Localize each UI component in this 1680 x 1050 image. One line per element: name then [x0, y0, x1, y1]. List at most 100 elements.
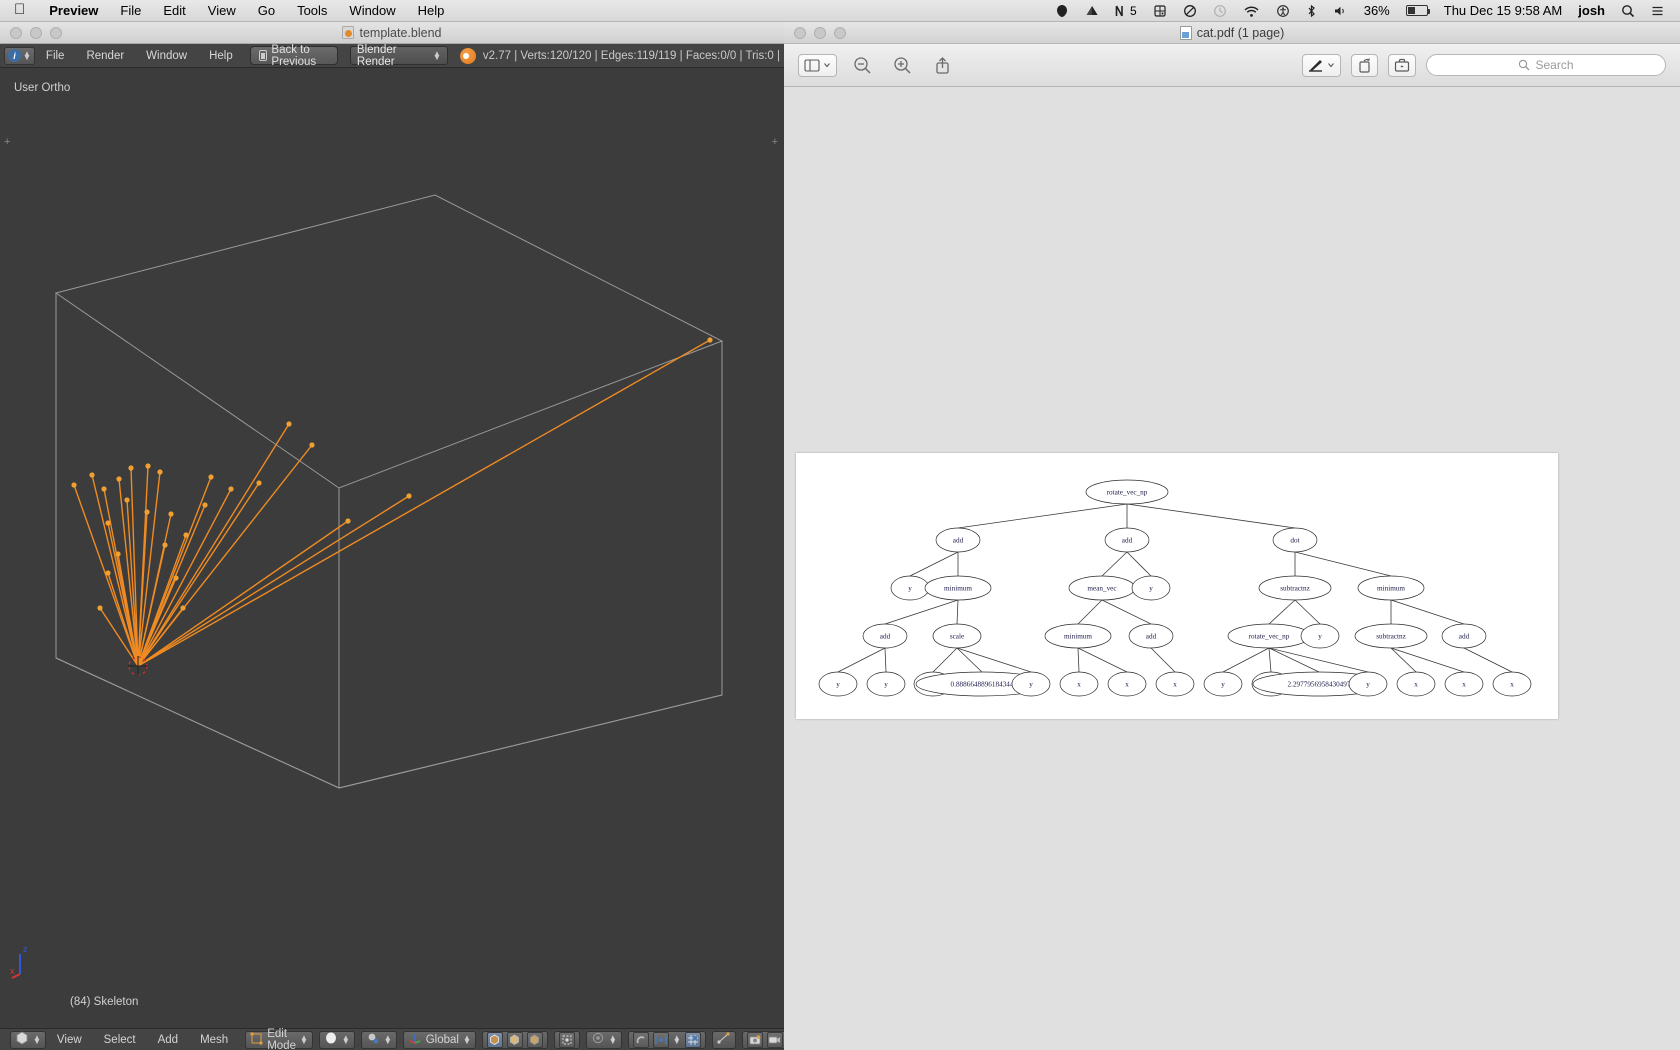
zoom-out-button[interactable] — [847, 53, 877, 77]
search-input[interactable]: Search — [1426, 54, 1666, 76]
notification-center-icon[interactable] — [1643, 0, 1672, 22]
mesh-select-mode-group[interactable] — [481, 1030, 548, 1049]
bluetooth-icon[interactable] — [1298, 0, 1325, 22]
transform-orientation-dropdown[interactable]: Global ▲ ▼ — [402, 1030, 476, 1049]
menu-item-edit[interactable]: Edit — [152, 3, 196, 18]
tree-node: minimum — [1044, 623, 1112, 649]
3d-cursor-icon — [128, 656, 148, 676]
zoom-in-button[interactable] — [887, 53, 917, 77]
search-icon[interactable] — [1613, 0, 1643, 22]
snapping-group[interactable]: ▲ ▼ — [627, 1030, 706, 1049]
tree-node-label: x — [1510, 681, 1514, 689]
tree-node-label: 0.8886648896184344 — [951, 681, 1014, 689]
vertex-select-mode-icon[interactable] — [486, 1031, 503, 1048]
tree-edge — [1101, 551, 1128, 577]
magnet-snap-icon[interactable] — [632, 1031, 649, 1048]
tree-edge — [956, 647, 983, 673]
accessibility-icon[interactable] — [1268, 0, 1298, 22]
preview-document-area[interactable]: rotate_vec_np add add dot y minimum mean_vec y s… — [784, 87, 1680, 1050]
clock[interactable]: Thu Dec 15 9:58 AM — [1436, 0, 1571, 22]
tree-node-label: y — [884, 681, 888, 689]
share-button[interactable] — [927, 53, 957, 77]
do-not-disturb-icon[interactable] — [1175, 0, 1205, 22]
blender-3d-viewport[interactable]: User Ortho + + z x (84) Skeleton — [0, 68, 784, 1028]
apple-menu-icon[interactable]:  — [0, 2, 38, 17]
transform-orientation-label: Global — [425, 1033, 459, 1046]
blender-title-bar[interactable]: template.blend — [0, 22, 784, 44]
pivot-point-dropdown[interactable]: ▲ ▼ — [360, 1030, 397, 1049]
toolkit-button[interactable] — [1388, 53, 1416, 77]
snap-target-icon[interactable] — [684, 1031, 701, 1048]
tree-node-label: dot — [1290, 537, 1299, 545]
render-animation-icon[interactable] — [766, 1031, 783, 1048]
proportional-editing-dropdown[interactable]: ▲ ▼ — [585, 1030, 622, 1049]
dropbox-icon[interactable] — [1047, 0, 1077, 22]
tree-edge — [1268, 647, 1369, 673]
user-menu[interactable]: josh — [1570, 0, 1613, 22]
tree-node: add — [1128, 623, 1174, 649]
tree-edge — [1268, 599, 1296, 625]
viewport-scene — [54, 194, 724, 789]
pivot-median-icon — [366, 1031, 380, 1048]
chevron-updown-icon: ▲ ▼ — [23, 48, 31, 62]
chevron-updown-icon: ▲ ▼ — [672, 1032, 681, 1046]
wifi-icon[interactable] — [1235, 0, 1268, 22]
tree-node-label: y — [908, 585, 912, 593]
tree-node: y — [818, 671, 858, 697]
blender-menu-file[interactable]: File — [35, 50, 76, 62]
menu-item-view[interactable]: View — [197, 3, 247, 18]
adobe-creative-cloud-icon[interactable]: 5 — [1107, 0, 1145, 22]
tree-node-label: rotate_vec_np — [1249, 633, 1290, 641]
menu-item-window[interactable]: Window — [338, 3, 406, 18]
3d-view-editor-icon — [15, 1031, 29, 1048]
render-buttons-group[interactable] — [741, 1030, 784, 1049]
menu-item-help[interactable]: Help — [407, 3, 456, 18]
interaction-mode-label: Edit Mode — [267, 1027, 296, 1050]
tree-node: dot — [1272, 527, 1318, 553]
face-select-mode-icon[interactable] — [526, 1031, 543, 1048]
auto-merge-button[interactable] — [711, 1030, 736, 1049]
menu-item-go[interactable]: Go — [247, 3, 286, 18]
editor-type-selector[interactable]: i ▲ ▼ — [4, 46, 35, 65]
tree-node-label: 2.2977956958430497 — [1288, 681, 1351, 689]
blender-menu-render[interactable]: Render — [75, 50, 135, 62]
markup-toolbar-button[interactable] — [1302, 53, 1341, 77]
tree-node-label: rotate_vec_np — [1107, 489, 1148, 497]
back-to-previous-label: Back to Previous — [271, 44, 317, 68]
render-engine-dropdown[interactable]: Blender Render ▲ ▼ — [349, 44, 448, 67]
rotate-button[interactable] — [1351, 53, 1378, 77]
volume-icon[interactable] — [1325, 0, 1356, 22]
chevron-updown-icon: ▲ ▼ — [33, 1032, 41, 1046]
footer-menu-select[interactable]: Select — [93, 1034, 147, 1046]
render-image-icon[interactable] — [746, 1031, 763, 1048]
sidebar-toggle-button[interactable] — [798, 53, 837, 77]
google-drive-icon[interactable] — [1077, 0, 1107, 22]
snap-element-icon[interactable] — [652, 1031, 669, 1048]
svg-text:z: z — [23, 944, 28, 954]
viewport-active-object-label: (84) Skeleton — [70, 996, 139, 1008]
blender-menu-help[interactable]: Help — [198, 50, 244, 62]
preview-window: cat.pdf (1 page) Search rotate_vec_np ad… — [784, 22, 1680, 1050]
screenshot-icon[interactable] — [1145, 0, 1175, 22]
blender-window: template.blend i ▲ ▼ File Render Window H… — [0, 22, 784, 1050]
interaction-mode-dropdown[interactable]: Edit Mode ▲ ▼ — [245, 1027, 313, 1050]
menu-item-tools[interactable]: Tools — [286, 3, 338, 18]
tree-edge — [1077, 647, 1080, 673]
battery-icon[interactable] — [1398, 0, 1436, 22]
limit-selection-visible-button[interactable] — [553, 1030, 580, 1049]
viewport-shading-dropdown[interactable]: ▲ ▼ — [318, 1030, 355, 1049]
footer-menu-view[interactable]: View — [46, 1034, 93, 1046]
back-to-previous-button[interactable]: Back to Previous — [249, 44, 338, 68]
menu-item-preview[interactable]: Preview — [38, 3, 109, 18]
preview-toolbar: Search — [784, 44, 1680, 87]
edge-select-mode-icon[interactable] — [506, 1031, 523, 1048]
blender-menu-window[interactable]: Window — [135, 50, 198, 62]
battery-percent-label: 36% — [1363, 3, 1390, 18]
editor-type-selector-3dview[interactable]: ▲ ▼ — [10, 1030, 46, 1049]
footer-menu-mesh[interactable]: Mesh — [189, 1034, 239, 1046]
footer-menu-add[interactable]: Add — [147, 1034, 189, 1046]
tree-node-label: x — [1462, 681, 1466, 689]
tree-node-label: y — [836, 681, 840, 689]
preview-title-bar[interactable]: cat.pdf (1 page) — [784, 22, 1680, 44]
menu-item-file[interactable]: File — [109, 3, 152, 18]
